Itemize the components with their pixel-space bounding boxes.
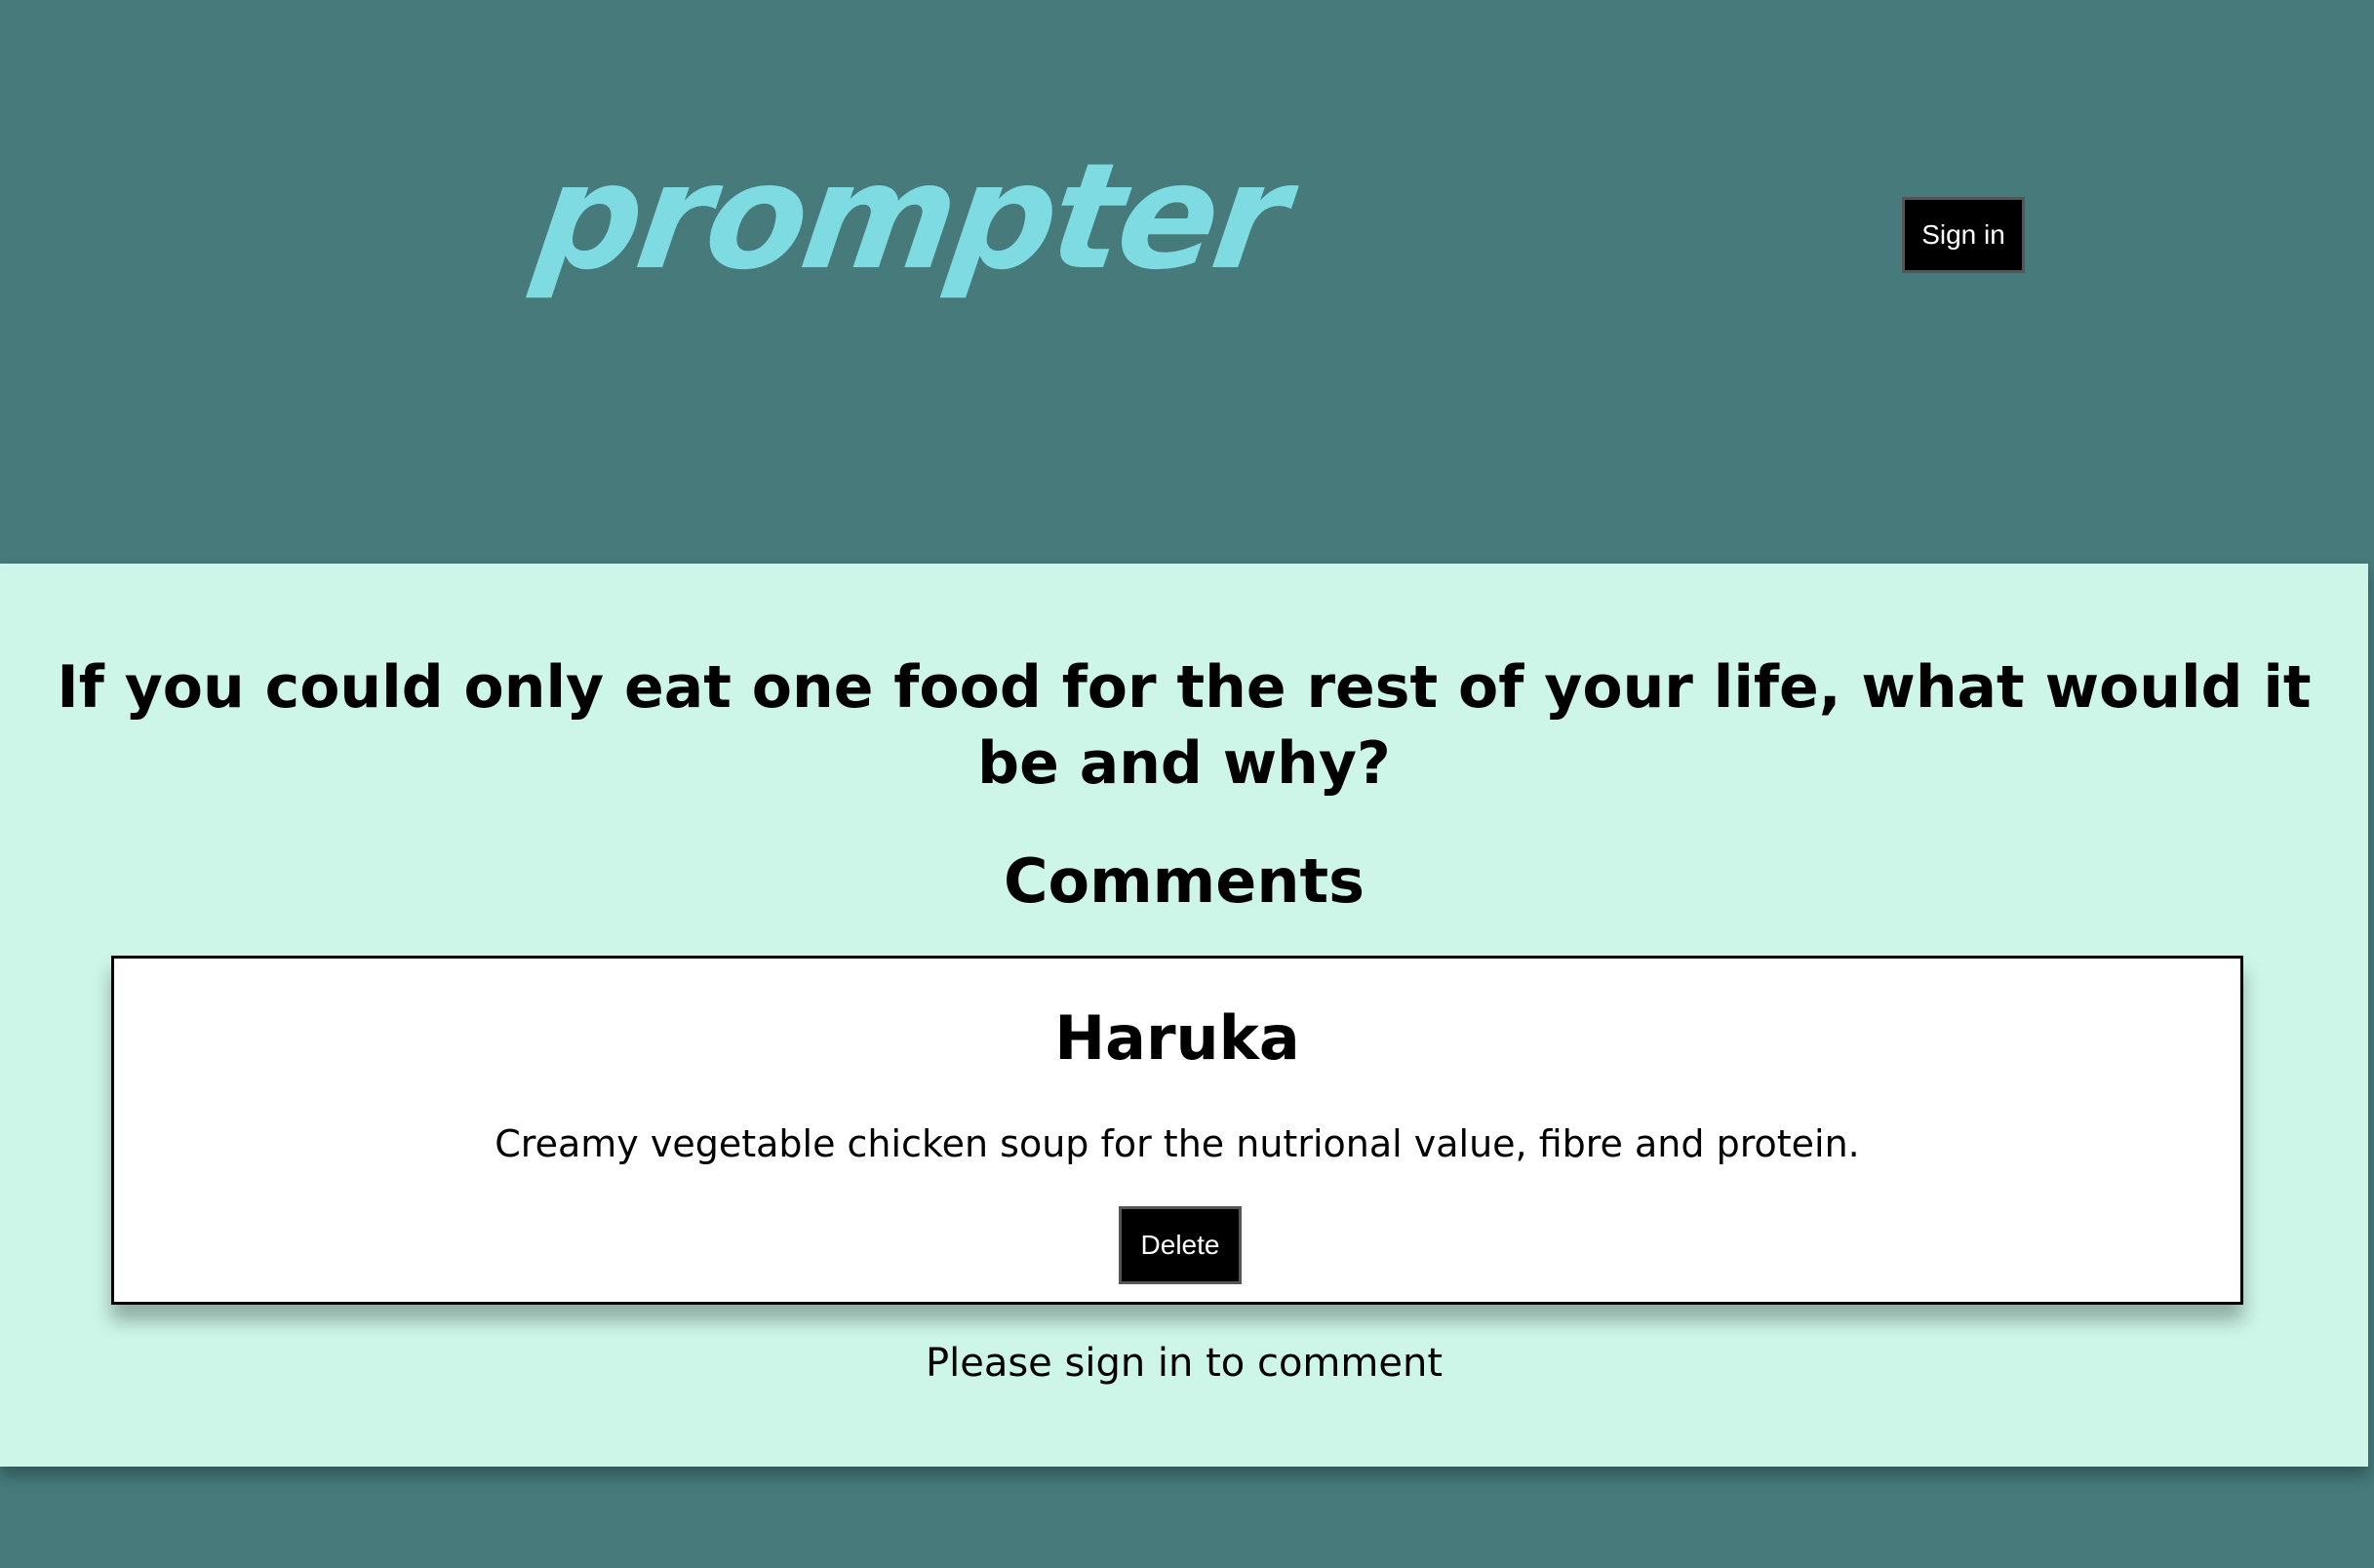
sign-in-to-comment-message: Please sign in to comment [925,1341,1444,1386]
prompt-content-panel: If you could only eat one food for the r… [0,564,2368,1467]
comment-text: Creamy vegetable chicken soup for the nu… [495,1122,1860,1165]
delete-comment-button[interactable]: Delete [1119,1206,1242,1284]
site-header: prompter Sign in [0,0,2374,564]
prompter-logo[interactable]: prompter [527,133,1295,302]
comments-heading: Comments [1003,845,1365,917]
sign-in-button[interactable]: Sign in [1902,197,2025,273]
comment-card: Haruka Creamy vegetable chicken soup for… [111,956,2243,1305]
comment-author: Haruka [1054,1002,1300,1074]
prompt-question: If you could only eat one food for the r… [57,653,2312,798]
